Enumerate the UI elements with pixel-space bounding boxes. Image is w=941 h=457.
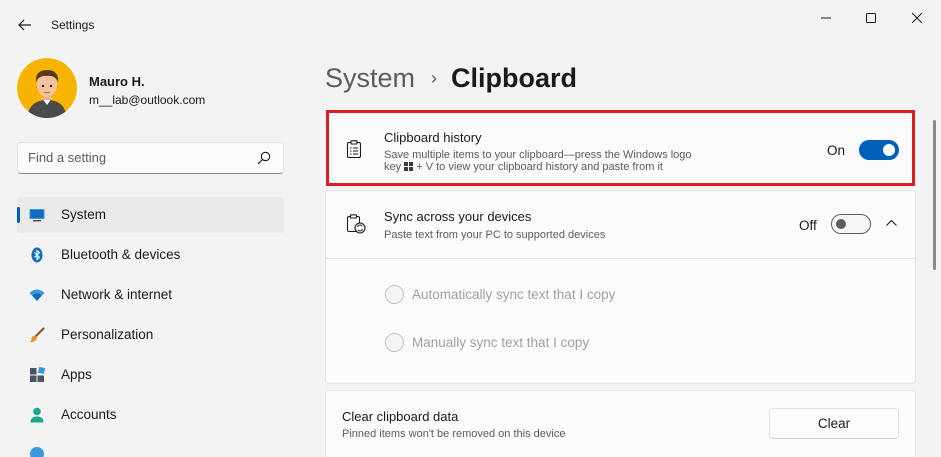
profile-name: Mauro H. bbox=[89, 74, 145, 89]
toggle-knob bbox=[836, 219, 846, 229]
clipboard-history-toggle[interactable] bbox=[859, 140, 899, 160]
sidebar-item-accounts[interactable]: Accounts bbox=[17, 397, 284, 433]
clear-desc: Pinned items won't be removed on this de… bbox=[342, 428, 566, 440]
monitor-icon bbox=[29, 209, 45, 222]
search-box[interactable] bbox=[17, 142, 284, 174]
chevron-up-icon[interactable] bbox=[886, 219, 897, 226]
maximize-icon bbox=[866, 13, 876, 23]
app-title: Settings bbox=[51, 18, 95, 32]
clipboard-history-card: Clipboard history Save multiple items to… bbox=[328, 112, 914, 184]
time-language-icon bbox=[30, 447, 44, 457]
clipboard-history-desc-suffix: + V to view your clipboard history and p… bbox=[416, 161, 663, 173]
page-title: Clipboard bbox=[451, 62, 578, 93]
back-arrow-icon bbox=[18, 19, 31, 31]
sidebar-item-personalization[interactable]: Personalization bbox=[17, 317, 284, 353]
title-bar: Settings bbox=[0, 0, 941, 48]
clipboard-history-desc: Save multiple items to your clipboard—pr… bbox=[384, 149, 804, 173]
sidebar-item-label: Apps bbox=[61, 367, 92, 382]
clipboard-history-desc-prefix: key bbox=[384, 161, 402, 173]
wifi-icon bbox=[29, 289, 45, 301]
manual-sync-label: Manually sync text that I copy bbox=[412, 335, 590, 350]
search-input[interactable] bbox=[28, 150, 248, 165]
sync-desc: Paste text from your PC to supported dev… bbox=[384, 229, 606, 241]
divider bbox=[326, 258, 915, 259]
person-icon bbox=[30, 407, 44, 423]
auto-sync-radio[interactable] bbox=[385, 285, 404, 304]
sidebar-item-label: Bluetooth & devices bbox=[61, 247, 181, 262]
sync-toggle[interactable] bbox=[831, 214, 871, 234]
close-icon bbox=[912, 13, 922, 23]
search-icon[interactable] bbox=[257, 151, 271, 165]
apps-icon bbox=[30, 367, 45, 382]
bluetooth-icon bbox=[31, 247, 43, 263]
sidebar-item-label: System bbox=[61, 207, 107, 222]
breadcrumb: System › Clipboard bbox=[325, 58, 577, 98]
windows-logo-icon bbox=[404, 162, 414, 171]
sidebar-item-bluetooth[interactable]: Bluetooth & devices bbox=[17, 237, 284, 273]
breadcrumb-separator: › bbox=[431, 67, 438, 88]
clipboard-history-desc-line1: Save multiple items to your clipboard—pr… bbox=[384, 149, 692, 161]
sidebar-item-system[interactable]: System bbox=[17, 197, 284, 233]
minimize-icon bbox=[821, 17, 831, 19]
sidebar-item-apps[interactable]: Apps bbox=[17, 357, 284, 393]
selected-indicator bbox=[17, 207, 20, 223]
sync-card: Sync across your devices Paste text from… bbox=[325, 190, 916, 384]
sidebar-item-network[interactable]: Network & internet bbox=[17, 277, 284, 313]
breadcrumb-parent[interactable]: System bbox=[325, 63, 415, 94]
sync-title: Sync across your devices bbox=[384, 209, 532, 224]
maximize-button[interactable] bbox=[853, 6, 889, 30]
clear-button[interactable]: Clear bbox=[769, 408, 899, 439]
sidebar-item-label: Network & internet bbox=[61, 287, 173, 302]
auto-sync-label: Automatically sync text that I copy bbox=[412, 287, 616, 302]
sidebar-item-label: Accounts bbox=[61, 407, 117, 422]
brush-icon bbox=[29, 327, 45, 343]
clipboard-history-toggle-state: On bbox=[827, 143, 846, 158]
manual-sync-radio[interactable] bbox=[385, 333, 404, 352]
scrollbar[interactable] bbox=[933, 120, 936, 270]
avatar[interactable] bbox=[17, 58, 77, 118]
sidebar-item-label: Personalization bbox=[61, 327, 154, 342]
avatar-image bbox=[17, 58, 77, 118]
settings-window: Settings Mauro H. m__lab@outlook.com Fin… bbox=[0, 0, 941, 457]
profile-email: m__lab@outlook.com bbox=[89, 93, 206, 107]
clear-title: Clear clipboard data bbox=[342, 409, 459, 424]
minimize-button[interactable] bbox=[808, 6, 844, 30]
close-button[interactable] bbox=[899, 6, 935, 30]
clipboard-list-icon bbox=[346, 140, 362, 158]
clipboard-history-title: Clipboard history bbox=[384, 130, 482, 145]
toggle-knob bbox=[883, 144, 895, 156]
back-button[interactable] bbox=[12, 12, 38, 38]
sync-toggle-state: Off bbox=[799, 218, 817, 233]
clipboard-sync-icon bbox=[346, 214, 366, 234]
